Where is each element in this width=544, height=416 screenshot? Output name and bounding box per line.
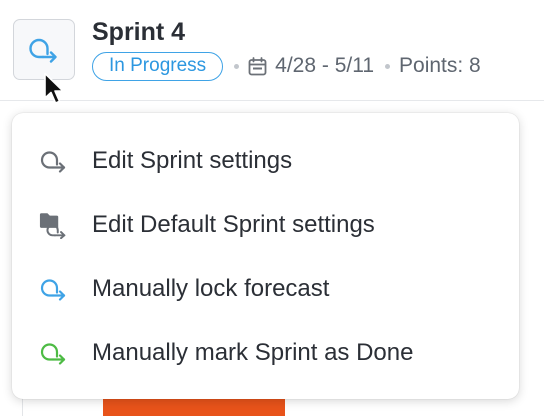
sprint-loop-arrow-icon [39,147,69,175]
page: Sprint 4 In Progress 4/28 - 5/11 Points:… [0,0,544,416]
folder-loop-arrow-icon [39,211,69,239]
sprint-actions-menu: Edit Sprint settings Edit Default Sprint… [12,113,519,399]
sprint-title: Sprint 4 [92,18,186,46]
sprint-loop-arrow-icon [39,275,69,303]
separator-dot [385,63,391,69]
date-range: 4/28 - 5/11 [275,54,375,77]
menu-item-label: Manually lock forecast [92,275,330,302]
points-count: Points: 8 [399,54,481,77]
header-divider [0,100,544,101]
menu-item-label: Edit Default Sprint settings [92,211,375,238]
menu-item-edit-sprint-settings[interactable]: Edit Sprint settings [12,131,519,191]
sprint-meta-row: In Progress 4/28 - 5/11 Points: 8 [92,51,481,81]
mouse-cursor-icon [44,72,64,104]
sprint-menu-button[interactable] [13,19,75,80]
menu-item-edit-default-sprint-settings[interactable]: Edit Default Sprint settings [12,195,519,255]
sprint-loop-arrow-icon [29,38,57,63]
status-badge[interactable]: In Progress [92,51,224,81]
separator-dot [234,63,240,69]
menu-item-label: Edit Sprint settings [92,147,293,174]
menu-item-label: Manually mark Sprint as Done [92,339,414,366]
calendar-icon [248,56,267,76]
sprint-loop-arrow-icon [39,339,69,367]
menu-item-manually-lock-forecast[interactable]: Manually lock forecast [12,259,519,319]
menu-item-mark-sprint-done[interactable]: Manually mark Sprint as Done [12,323,519,383]
